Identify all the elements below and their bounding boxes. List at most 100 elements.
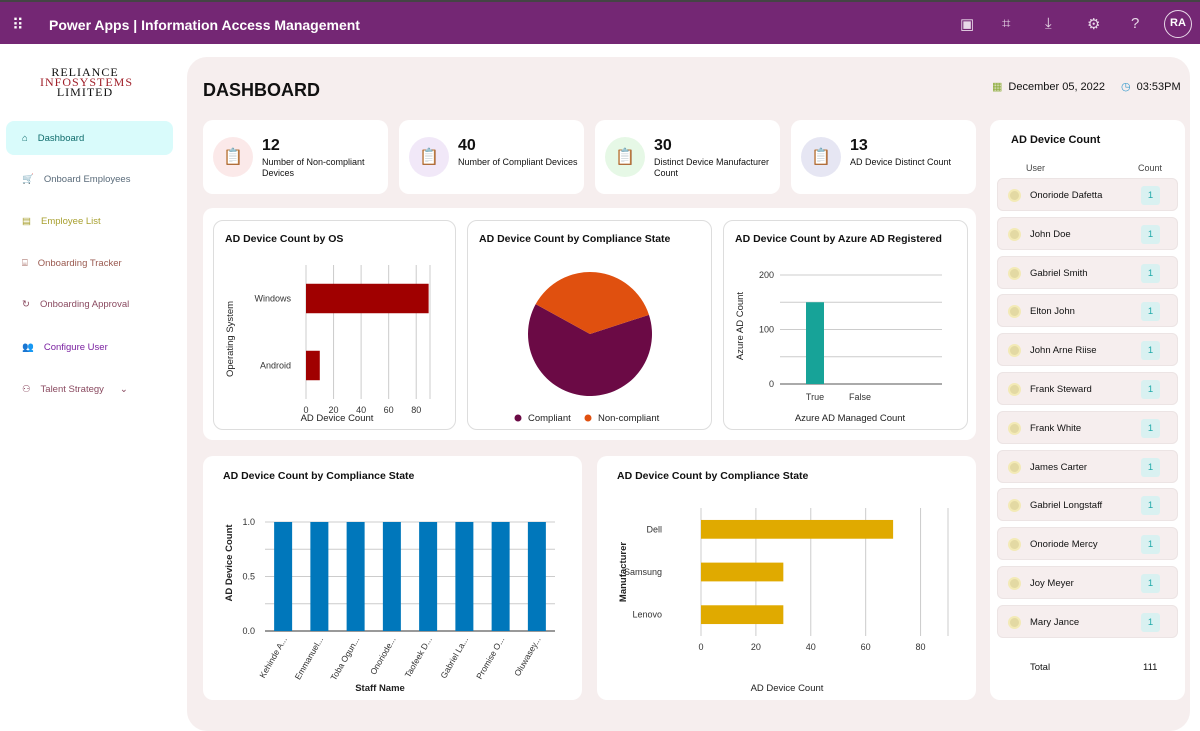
kpi-label: Number of Compliant Devices [458,157,578,168]
category-label: Onoriode... [368,635,398,676]
bar [347,522,365,631]
nav-label: Onboarding Tracker [38,258,122,269]
avatar [1008,189,1021,202]
tick-label: 60 [384,405,394,415]
y-axis-label: Operating System [225,301,236,377]
nav-label: Configure User [44,342,108,353]
count-badge: 1 [1141,341,1160,360]
total-value: 111 [1143,662,1157,673]
total-label: Total [1030,662,1050,673]
sidebar-item-employee-list[interactable]: ▤Employee List [6,204,173,238]
count-badge: 1 [1141,380,1160,399]
count-badge: 1 [1141,574,1160,593]
tick-label: 40 [806,642,816,652]
sidebar-item-onboarding-tracker[interactable]: ⌸Onboarding Tracker [6,246,173,280]
clipboard-icon: 📋 [605,137,645,177]
user-name: Onoriode Dafetta [1030,190,1102,201]
list-item[interactable]: John Doe1 [997,217,1178,250]
avatar [1008,383,1021,396]
bar [701,563,783,582]
x-axis-label: Staff Name [355,683,405,694]
tick-label: 80 [411,405,421,415]
col-count: Count [1138,163,1162,173]
avatar [1008,461,1021,474]
sidebar-item-configure-user[interactable]: 👥Configure User [6,330,173,364]
count-badge: 1 [1141,264,1160,283]
user-avatar[interactable]: RA [1164,10,1192,38]
list-item[interactable]: Onoriode Dafetta1 [997,178,1178,211]
settings-icon[interactable]: ⚙ [1087,15,1100,33]
category-label: Windows [254,294,291,304]
panel-title: AD Device Count [1011,134,1100,146]
app-title: Power Apps | Information Access Manageme… [49,17,360,33]
user-name: Frank White [1030,423,1081,434]
clipboard-icon: 📋 [801,137,841,177]
sidebar-item-talent-strategy[interactable]: ⚇Talent Strategy⌄ [6,372,173,406]
avatar [1008,267,1021,280]
tick-label: 100 [759,325,774,335]
list-item[interactable]: Gabriel Smith1 [997,256,1178,289]
category-label: Samsung [624,567,662,577]
clipboard-icon: 📋 [213,137,253,177]
category-label: Dell [646,524,662,534]
col-user: User [1026,163,1045,173]
kpi-card: 📋13AD Device Distinct Count [791,120,976,194]
bar [419,522,437,631]
count-badge: 1 [1141,225,1160,244]
user-name: Frank Steward [1030,384,1092,395]
nav-label: Talent Strategy [41,384,104,395]
chart-staff: AD Device Count by Compliance State0.00.… [203,456,582,700]
user-name: Gabriel Longstaff [1030,500,1102,511]
bar [806,302,824,384]
chevron-down-icon[interactable]: ⌄ [120,384,128,395]
avatar [1008,538,1021,551]
list-item[interactable]: Joy Meyer1 [997,566,1178,599]
list-item[interactable]: John Arne Riise 1 [997,333,1178,366]
nav-label: Onboard Employees [44,174,131,185]
tick-label: 60 [861,642,871,652]
list-item[interactable]: Mary Jance1 [997,605,1178,638]
kpi-label: Distinct Device Manufacturer Count [654,157,774,179]
sidebar-item-onboarding-approval[interactable]: ↻Onboarding Approval [6,287,173,321]
list-item[interactable]: Frank White1 [997,411,1178,444]
user-name: John Arne Riise [1030,345,1097,356]
kpi-card: 📋30Distinct Device Manufacturer Count [595,120,780,194]
nav-icon: ▤ [22,216,31,227]
list-item[interactable]: Elton John1 [997,294,1178,327]
company-logo: RELIANCEINFOSYSTEMSLIMITED [40,67,130,97]
bar [383,522,401,631]
list-item[interactable]: Onoriode Mercy1 [997,527,1178,560]
tick-label: 20 [751,642,761,652]
list-item[interactable]: Gabriel Longstaff1 [997,488,1178,521]
category-label: Oluwasey... [512,635,543,678]
page-title: DASHBOARD [203,80,320,101]
bar [701,605,783,624]
nav-icon: 🛒 [22,174,34,185]
sidebar-item-dashboard[interactable]: ⌂Dashboard [6,121,173,155]
kpi-card: 📋40Number of Compliant Devices [399,120,584,194]
tick-label: 0 [698,642,703,652]
sidebar-item-onboard-employees[interactable]: 🛒 Onboard Employees [6,162,173,196]
tick-label: 200 [759,270,774,280]
help-icon[interactable]: ? [1131,15,1139,32]
avatar [1008,616,1021,629]
avatar [1008,577,1021,590]
app-launcher-icon[interactable]: ⠿ [12,15,24,35]
list-item[interactable]: James Carter1 [997,450,1178,483]
category-label: False [849,392,871,402]
kpi-label: Number of Non-compliant Devices [262,157,382,179]
kpi-value: 13 [850,137,868,155]
category-label: Toba Ogun... [328,635,361,682]
nav-icon: ↻ [22,299,30,310]
bar [306,351,320,380]
clipboard-icon: 📋 [409,137,449,177]
nav-label: Dashboard [38,133,84,144]
legend-marker [585,415,592,422]
teams-icon[interactable]: ▣ [960,15,974,33]
list-item[interactable]: Frank Steward 1 [997,372,1178,405]
download-icon[interactable]: ⤓ [1045,15,1052,32]
time-display: ◷03:53PM [1121,80,1181,93]
fit-screen-icon[interactable]: ⌗ [1002,15,1010,32]
legend-label: Non-compliant [598,413,660,424]
count-badge: 1 [1141,458,1160,477]
